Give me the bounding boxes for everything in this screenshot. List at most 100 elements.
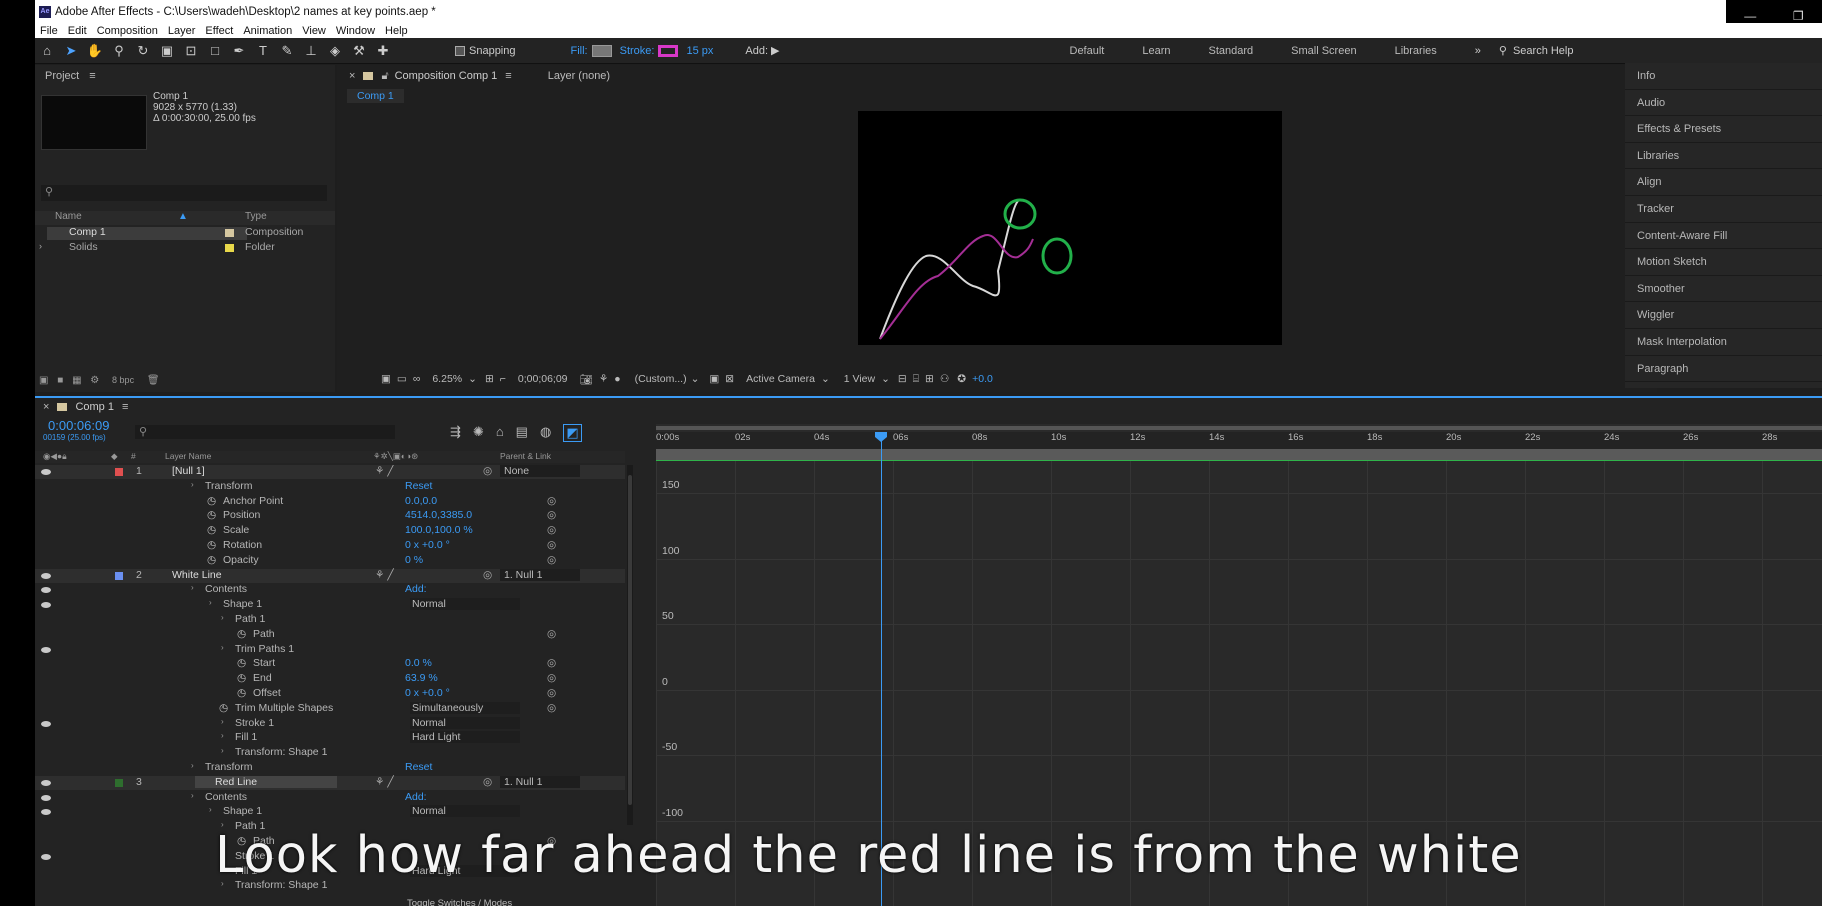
twirl-icon[interactable]: › (209, 598, 212, 607)
mode-dropdown[interactable]: Hard Light (410, 731, 520, 744)
property-value[interactable]: 0 % (405, 554, 423, 566)
property-name[interactable]: Fill 1 (235, 731, 257, 743)
property-name[interactable]: Opacity (223, 554, 259, 566)
property-name[interactable]: Position (223, 509, 260, 521)
panel-menu-icon[interactable]: ≡ (89, 70, 95, 82)
project-item-comp[interactable]: Comp 1 Composition (35, 226, 335, 240)
composition-tab[interactable]: Composition Comp 1 (395, 70, 498, 82)
flowchart-icon[interactable]: ⚇ (940, 373, 949, 385)
home-icon[interactable]: ⌂ (37, 41, 57, 61)
current-time[interactable]: 0;00;06;09 (518, 373, 568, 385)
menu-window[interactable]: Window (336, 25, 375, 37)
property-row[interactable]: › End 63.9 % ◷ ◎ (35, 672, 625, 686)
fill-swatch[interactable] (591, 44, 612, 57)
grid-icon[interactable]: ⊞ (485, 373, 494, 385)
timeline-search-input[interactable]: ⚲ (135, 425, 395, 439)
property-value[interactable]: Add: (405, 791, 427, 803)
property-row[interactable]: › Shape 1 Normal (35, 598, 625, 612)
visibility-eye-icon[interactable] (41, 794, 51, 801)
camera-dropdown[interactable]: Active Camera (746, 373, 815, 385)
menu-effect[interactable]: Effect (205, 25, 233, 37)
twirl-icon[interactable]: › (209, 805, 212, 814)
property-value[interactable]: 0.0,0.0 (405, 495, 437, 507)
stopwatch-icon[interactable]: ◷ (237, 628, 246, 640)
property-row[interactable]: › Transform Reset (35, 761, 625, 775)
property-value[interactable]: Reset (405, 761, 432, 773)
vr-icon[interactable]: ∞ (413, 373, 421, 385)
clone-stamp-tool-icon[interactable]: ⊥ (301, 41, 321, 61)
property-row[interactable]: › Contents Add: (35, 583, 625, 597)
stopwatch-icon[interactable]: ◷ (237, 657, 246, 669)
shy-icon[interactable]: ⌂ (496, 424, 504, 442)
property-row[interactable]: › Trim Multiple Shapes Simultaneously ◷ ◎ (35, 701, 625, 716)
draft-3d-icon[interactable]: ✺ (473, 424, 484, 442)
workspace-standard[interactable]: Standard (1209, 45, 1254, 57)
rectangle-tool-icon[interactable]: □ (205, 41, 225, 61)
property-row[interactable]: › Rotation 0 x +0.0 ° ◷ ◎ (35, 539, 625, 553)
property-name[interactable]: Contents (205, 791, 247, 803)
comp-info-name[interactable]: Comp 1 (153, 91, 256, 102)
expression-pickwhip-icon[interactable]: ◎ (547, 495, 556, 507)
menu-help[interactable]: Help (385, 25, 408, 37)
restore-icon[interactable]: ❐ (1793, 9, 1804, 23)
expression-pickwhip-icon[interactable]: ◎ (547, 657, 556, 669)
property-value[interactable]: 0 x +0.0 ° (405, 539, 450, 551)
panel-audio[interactable]: Audio (1625, 90, 1822, 117)
stopwatch-icon[interactable]: ◷ (237, 687, 246, 699)
search-help[interactable]: Search Help (1513, 45, 1574, 57)
expression-pickwhip-icon[interactable]: ◎ (547, 524, 556, 536)
property-row[interactable]: › Path ◷ ◎ (35, 628, 625, 642)
more-workspaces-icon[interactable]: » (1475, 45, 1481, 57)
property-row[interactable]: › Opacity 0 % ◷ ◎ (35, 554, 625, 568)
pickwhip-icon[interactable]: ◎ (483, 776, 492, 788)
property-value[interactable]: 0.0 % (405, 657, 432, 669)
panel-menu-icon[interactable]: ≡ (505, 70, 511, 82)
time-ruler[interactable]: 0:00s 02s 04s 06s 08s 10s 12s 14s 16s 18s 20s 22s 24… (656, 432, 1822, 446)
property-row[interactable]: › Scale 100.0,100.0 % ◷ ◎ (35, 524, 625, 538)
property-row[interactable]: › Offset 0 x +0.0 ° ◷ ◎ (35, 687, 625, 701)
visibility-eye-icon[interactable] (41, 779, 51, 786)
col-name[interactable]: Name (55, 211, 82, 222)
monitor-icon[interactable]: ▭ (397, 373, 407, 385)
stopwatch-icon[interactable]: ◷ (207, 524, 216, 536)
menu-edit[interactable]: Edit (68, 25, 87, 37)
puppet-tool-icon[interactable]: ✚ (373, 41, 393, 61)
property-row[interactable]: › Fill 1 Hard Light (35, 731, 625, 745)
property-value[interactable]: 63.9 % (405, 672, 438, 684)
property-name[interactable]: Path (253, 628, 275, 640)
layer-row[interactable]: 2 White Line ⚘ ╱ 1. Null 1 ◎ (35, 568, 625, 583)
stopwatch-icon[interactable]: ◷ (207, 554, 216, 566)
stopwatch-icon[interactable]: ◷ (237, 672, 246, 684)
type-tool-icon[interactable]: T (253, 41, 273, 61)
twirl-icon[interactable]: › (191, 761, 194, 770)
mode-dropdown[interactable]: Normal (410, 598, 520, 611)
visibility-eye-icon[interactable] (41, 602, 51, 609)
layer-switch-icons[interactable]: ⚘ ╱ (375, 465, 394, 477)
close-tab-icon[interactable]: × (349, 70, 355, 82)
panel-libraries[interactable]: Libraries (1625, 143, 1822, 170)
property-row[interactable]: › Anchor Point 0.0,0.0 ◷ ◎ (35, 495, 625, 509)
roi-icon[interactable]: ▣ (709, 373, 719, 385)
twirl-icon[interactable]: › (191, 583, 194, 592)
show-snapshot-icon[interactable]: ⚘ (599, 373, 608, 385)
property-name[interactable]: Stroke 1 (235, 717, 274, 729)
visibility-eye-icon[interactable] (41, 646, 51, 653)
panel-align[interactable]: Align (1625, 169, 1822, 196)
mode-dropdown[interactable]: Normal (410, 805, 520, 818)
layer-scrollbar[interactable] (627, 465, 633, 825)
panel-motion-sketch[interactable]: Motion Sketch (1625, 249, 1822, 276)
property-value[interactable]: 4514.0,3385.0 (405, 509, 472, 521)
property-value[interactable]: 100.0,100.0 % (405, 524, 473, 536)
mode-dropdown[interactable]: Simultaneously (410, 701, 520, 714)
label-color-icon[interactable] (115, 571, 123, 580)
property-name[interactable]: Trim Paths 1 (235, 643, 294, 655)
label-color-icon[interactable] (115, 468, 123, 476)
parent-dropdown[interactable]: 1. Null 1 (500, 568, 580, 581)
expression-pickwhip-icon[interactable]: ◎ (547, 509, 556, 521)
expand-icon[interactable]: › (39, 241, 42, 251)
panel-tracker[interactable]: Tracker (1625, 196, 1822, 223)
new-comp-icon[interactable]: ▦ (72, 375, 81, 386)
transparency-grid-icon[interactable]: ⊠ (725, 373, 734, 385)
panel-mask-interpolation[interactable]: Mask Interpolation (1625, 329, 1822, 356)
comp-mini-flowchart-icon[interactable]: ⇶ (450, 424, 461, 442)
